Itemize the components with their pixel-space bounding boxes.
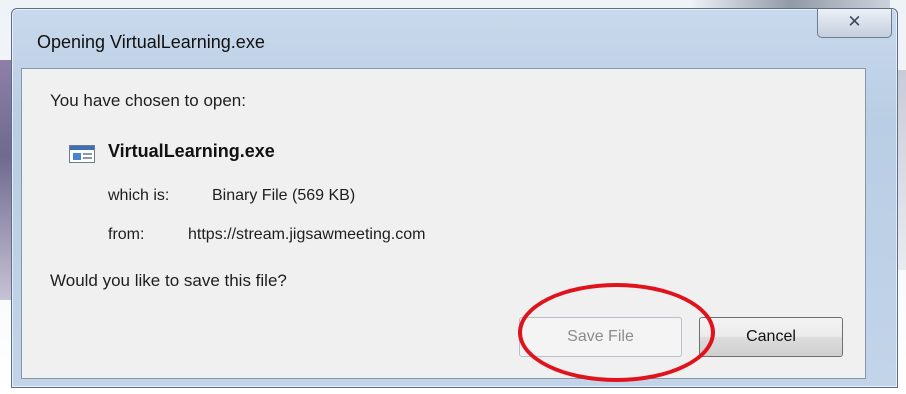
dialog-content: You have chosen to open: VirtualLearning…: [21, 68, 866, 379]
open-prompt-text: You have chosen to open:: [50, 91, 246, 110]
save-file-button[interactable]: Save File: [519, 317, 682, 357]
file-source-value: https://stream.jigsawmeeting.com: [188, 226, 426, 243]
file-type-label: which is:: [108, 187, 170, 204]
file-type-value: Binary File (569 KB): [212, 187, 356, 204]
dialog-title: Opening VirtualLearning.exe: [37, 32, 265, 52]
file-name: VirtualLearning.exe: [108, 141, 275, 161]
close-button[interactable]: ✕: [817, 9, 892, 38]
application-file-icon: [69, 145, 95, 163]
close-icon: ✕: [847, 12, 862, 32]
file-source-label: from:: [108, 226, 145, 243]
dialog-titlebar[interactable]: Opening VirtualLearning.exe ✕: [12, 9, 897, 61]
save-question-text: Would you like to save this file?: [50, 271, 287, 290]
cancel-button[interactable]: Cancel: [699, 317, 843, 357]
